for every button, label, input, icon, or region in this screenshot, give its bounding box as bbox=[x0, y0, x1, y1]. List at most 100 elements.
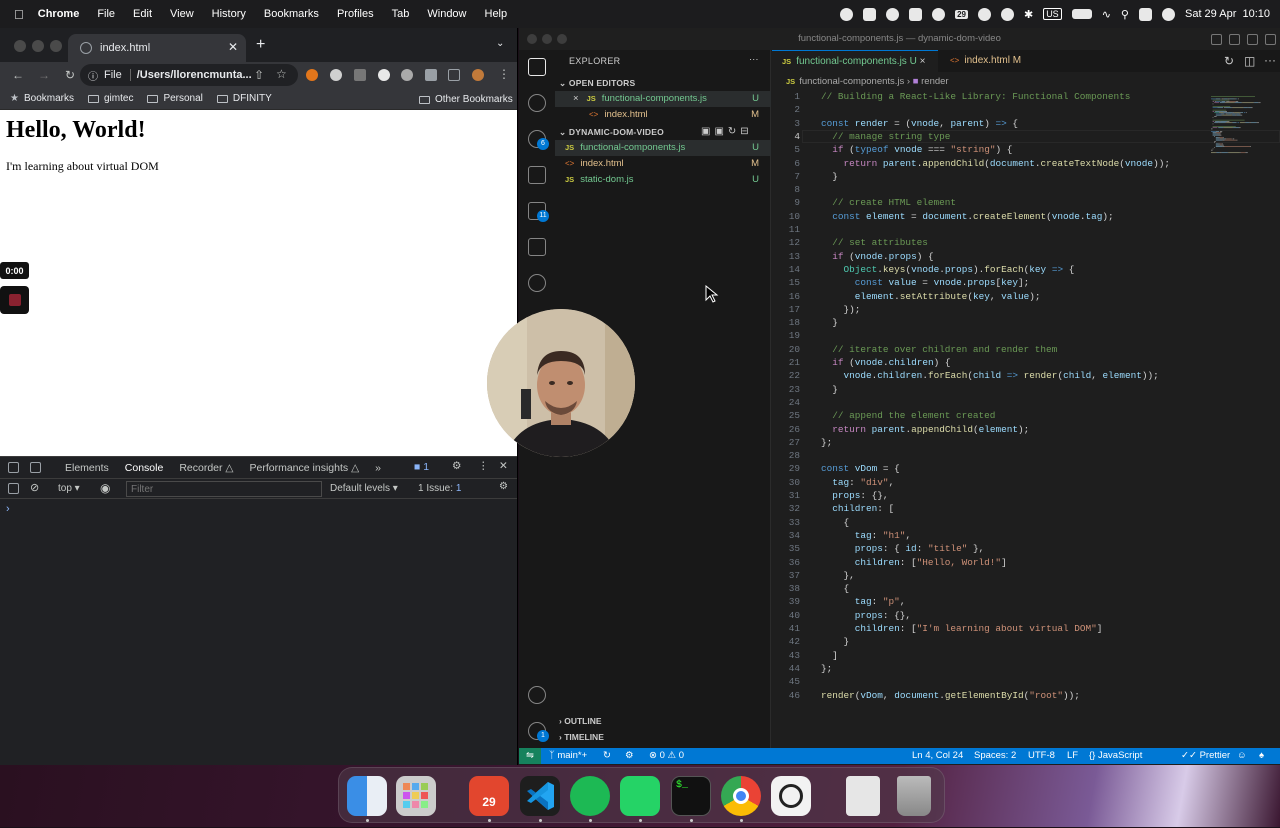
issues-link[interactable]: 1 Issue: 1 bbox=[418, 483, 461, 494]
grid-status-icon[interactable] bbox=[909, 7, 923, 21]
extensions-puzzle-icon[interactable] bbox=[425, 69, 437, 81]
dropbox-icon[interactable] bbox=[863, 7, 877, 21]
git-branch[interactable]: ᛉ main*+ bbox=[549, 748, 587, 764]
folder-actions[interactable]: ▣▣↻⊟ bbox=[701, 124, 753, 140]
window-close-button[interactable] bbox=[14, 40, 26, 52]
open-changes-icon[interactable]: ↻ bbox=[1224, 54, 1234, 68]
account-icon[interactable] bbox=[528, 686, 546, 704]
close-devtools-icon[interactable]: ✕ bbox=[499, 460, 508, 472]
menu-app-chrome[interactable]: Chrome bbox=[38, 8, 80, 20]
extension-icon[interactable] bbox=[401, 69, 413, 81]
run-debug-icon[interactable] bbox=[528, 166, 546, 184]
docker-icon[interactable] bbox=[528, 274, 546, 292]
search-icon[interactable] bbox=[528, 94, 546, 112]
device-toolbar-icon[interactable] bbox=[30, 462, 41, 473]
play-status-icon[interactable] bbox=[977, 7, 991, 21]
forward-arrow-icon[interactable]: → bbox=[36, 68, 52, 82]
toggle-panel-icon[interactable] bbox=[1229, 34, 1240, 45]
close-tab-icon[interactable]: × bbox=[920, 56, 926, 67]
trash-icon[interactable] bbox=[897, 776, 931, 816]
cloud-icon[interactable] bbox=[932, 7, 946, 21]
issues-counter[interactable]: ■ 1 bbox=[414, 461, 429, 473]
chrome-icon[interactable] bbox=[721, 776, 761, 816]
clock[interactable]: Sat 29 Apr 10:10 bbox=[1185, 8, 1270, 20]
console-settings-icon[interactable]: ⚙ bbox=[499, 481, 508, 492]
breadcrumb-symbol[interactable]: render bbox=[921, 76, 948, 87]
fantastical-calendar-icon[interactable]: 29 bbox=[469, 776, 509, 816]
translate-extension-icon[interactable] bbox=[354, 69, 366, 81]
finder-icon[interactable] bbox=[347, 776, 387, 816]
share-icon[interactable]: ⇧ bbox=[254, 68, 264, 82]
file-item[interactable]: JS functional-components.js U bbox=[555, 140, 771, 156]
feedback-icon[interactable]: ☺ bbox=[1237, 748, 1247, 764]
timeline-header[interactable]: › TIMELINE bbox=[559, 732, 604, 742]
explorer-more-icon[interactable]: ··· bbox=[749, 54, 759, 65]
browser-tab[interactable]: index.html ✕ bbox=[68, 34, 246, 62]
bookmark-gimtec[interactable]: gimtec bbox=[87, 93, 133, 104]
customize-layout-icon[interactable] bbox=[1265, 34, 1276, 45]
battery-icon[interactable] bbox=[1071, 9, 1092, 19]
outline-header[interactable]: › OUTLINE bbox=[559, 716, 602, 726]
ports-icon[interactable]: ⚙ bbox=[625, 748, 634, 764]
bookmark-personal[interactable]: Personal bbox=[147, 93, 203, 104]
open-editor-item[interactable]: × JS functional-components.js U bbox=[555, 91, 771, 107]
tab-elements[interactable]: Elements bbox=[65, 462, 109, 474]
info-icon[interactable]: ⓘ bbox=[88, 68, 98, 83]
new-tab-button[interactable]: + bbox=[256, 36, 265, 54]
window-minimize-button[interactable] bbox=[32, 40, 44, 52]
clear-console-icon[interactable]: ⊘ bbox=[30, 481, 39, 494]
minimap[interactable] bbox=[1211, 96, 1271, 156]
search-icon[interactable]: ⚲ bbox=[1121, 8, 1129, 21]
prettier-status[interactable]: ✓✓ Prettier bbox=[1181, 748, 1230, 764]
close-icon[interactable]: × bbox=[573, 93, 579, 104]
code-editor[interactable]: 1 // Building a React-Like Library: Funct… bbox=[772, 90, 1280, 746]
close-tab-icon[interactable]: ✕ bbox=[228, 40, 238, 54]
split-editor-icon[interactable]: ◫ bbox=[1244, 54, 1255, 68]
more-tabs-icon[interactable]: » bbox=[375, 462, 381, 474]
control-center-icon[interactable] bbox=[1138, 7, 1152, 21]
editor-more-icon[interactable]: ··· bbox=[1264, 53, 1276, 67]
stop-recording-button[interactable] bbox=[0, 286, 29, 314]
file-item[interactable]: JS static-dom.js U bbox=[555, 172, 771, 188]
window-minimize-button[interactable] bbox=[542, 34, 552, 44]
language-mode[interactable]: {} JavaScript bbox=[1089, 748, 1142, 764]
extension-icon[interactable] bbox=[330, 69, 342, 81]
log-levels-dropdown[interactable]: Default levels ▾ bbox=[330, 483, 398, 494]
line-endings[interactable]: LF bbox=[1067, 748, 1078, 764]
tab-performance-insights[interactable]: Performance insights △ bbox=[250, 462, 360, 474]
toggle-sidebar-icon[interactable] bbox=[1211, 34, 1222, 45]
reload-icon[interactable]: ↻ bbox=[62, 68, 78, 82]
window-zoom-button[interactable] bbox=[557, 34, 567, 44]
bookmark-star-icon[interactable]: ☆ bbox=[276, 67, 287, 81]
menu-bookmarks[interactable]: Bookmarks bbox=[264, 8, 319, 20]
context-selector[interactable]: top ▾ bbox=[58, 483, 80, 494]
remote-explorer-icon[interactable] bbox=[528, 238, 546, 256]
input-source[interactable]: US bbox=[1043, 8, 1062, 20]
notifications-bell-icon[interactable]: ♠ bbox=[1259, 748, 1264, 764]
menu-profiles[interactable]: Profiles bbox=[337, 8, 374, 20]
more-menu-icon[interactable]: ⋮ bbox=[498, 67, 510, 81]
whatsapp-icon[interactable] bbox=[620, 776, 660, 816]
console-prompt[interactable]: › bbox=[6, 503, 10, 515]
devtools-more-icon[interactable]: ⋮ bbox=[478, 460, 489, 472]
menu-file[interactable]: File bbox=[97, 8, 115, 20]
siri-icon[interactable] bbox=[1161, 7, 1175, 21]
extension-icon[interactable] bbox=[378, 69, 390, 81]
menu-help[interactable]: Help bbox=[485, 8, 508, 20]
profile-avatar[interactable] bbox=[472, 69, 484, 81]
breadcrumb-file[interactable]: functional-components.js bbox=[799, 76, 904, 87]
open-editors-header[interactable]: ⌄ OPEN EDITORS bbox=[555, 75, 771, 91]
openai-icon[interactable] bbox=[771, 776, 811, 816]
menu-view[interactable]: View bbox=[170, 8, 194, 20]
status-app-icon[interactable] bbox=[886, 7, 900, 21]
apple-menu-icon[interactable]:  bbox=[14, 7, 24, 22]
toggle-secondary-sidebar-icon[interactable] bbox=[1247, 34, 1258, 45]
file-item[interactable]: <> index.html M bbox=[555, 156, 771, 172]
chevron-down-icon[interactable]: ⌄ bbox=[496, 38, 504, 49]
cursor-position[interactable]: Ln 4, Col 24 bbox=[912, 748, 963, 764]
launchpad-icon[interactable] bbox=[396, 776, 436, 816]
editor-tab[interactable]: <> index.html M bbox=[940, 50, 1040, 72]
remote-indicator-icon[interactable]: ⇋ bbox=[519, 748, 541, 764]
settings-gear-icon[interactable]: ⚙ bbox=[452, 460, 461, 472]
preview-icon[interactable] bbox=[846, 776, 880, 816]
